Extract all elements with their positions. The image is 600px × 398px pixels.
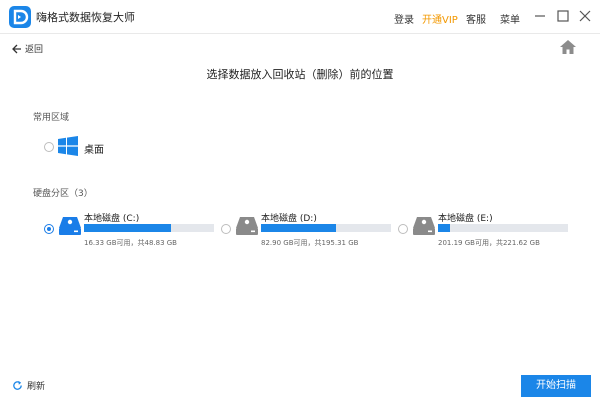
disk-section-label: 硬盘分区（3） bbox=[33, 189, 93, 199]
login-link[interactable]: 登录 bbox=[394, 11, 414, 26]
drive-item-d[interactable]: 本地磁盘 (D:) 82.90 GB可用，共195.31 GB bbox=[221, 208, 391, 248]
hard-drive-icon bbox=[59, 217, 81, 235]
drive-item-c[interactable]: 本地磁盘 (C:) 16.33 GB可用，共48.83 GB bbox=[44, 208, 214, 248]
drive-name: 本地磁盘 (E:) bbox=[438, 214, 493, 224]
home-icon[interactable] bbox=[560, 40, 576, 54]
hard-drive-icon bbox=[236, 217, 258, 235]
arrow-left-icon bbox=[12, 44, 21, 53]
drive-radio[interactable] bbox=[398, 224, 408, 234]
common-section-label: 常用区域 bbox=[33, 113, 70, 123]
service-link[interactable]: 客服 bbox=[466, 11, 486, 26]
minimize-button[interactable] bbox=[532, 8, 548, 24]
drive-capacity: 82.90 GB可用，共195.31 GB bbox=[261, 239, 359, 247]
close-button[interactable] bbox=[577, 8, 593, 24]
drive-radio[interactable] bbox=[44, 224, 54, 234]
drive-usage-bar bbox=[84, 224, 214, 232]
app-title: 嗨格式数据恢复大师 bbox=[36, 11, 135, 24]
title-bar: 嗨格式数据恢复大师 登录 开通VIP 客服 菜单 bbox=[0, 0, 600, 34]
drive-item-e[interactable]: 本地磁盘 (E:) 201.19 GB可用，共221.62 GB bbox=[398, 208, 568, 248]
drive-usage-bar bbox=[261, 224, 391, 232]
app-logo-icon bbox=[9, 6, 31, 28]
menu-link[interactable]: 菜单 bbox=[500, 11, 520, 26]
refresh-button[interactable]: 刷新 bbox=[12, 379, 45, 392]
windows-logo-icon bbox=[58, 136, 78, 156]
common-item-desktop[interactable]: 桌面 bbox=[44, 136, 124, 160]
back-button[interactable]: 返回 bbox=[12, 42, 43, 55]
drive-usage-bar bbox=[438, 224, 568, 232]
vip-link[interactable]: 开通VIP bbox=[422, 11, 458, 26]
refresh-label: 刷新 bbox=[27, 382, 46, 392]
drive-usage-fill bbox=[261, 224, 336, 232]
back-label: 返回 bbox=[25, 45, 44, 55]
drive-name: 本地磁盘 (D:) bbox=[261, 214, 317, 224]
refresh-icon bbox=[13, 380, 22, 390]
drive-capacity: 201.19 GB可用，共221.62 GB bbox=[438, 239, 540, 247]
hard-drive-icon bbox=[413, 217, 435, 235]
page-heading: 选择数据放入回收站（删除）前的位置 bbox=[206, 68, 394, 81]
bottom-bar: 刷新 bbox=[0, 372, 600, 398]
drive-name: 本地磁盘 (C:) bbox=[84, 214, 140, 224]
desktop-label: 桌面 bbox=[84, 145, 104, 156]
start-scan-button[interactable]: 开始扫描 bbox=[521, 375, 591, 397]
desktop-radio[interactable] bbox=[44, 142, 54, 152]
drive-radio[interactable] bbox=[221, 224, 231, 234]
drive-usage-fill bbox=[84, 224, 171, 232]
drive-capacity: 16.33 GB可用，共48.83 GB bbox=[84, 239, 177, 247]
drive-usage-fill bbox=[438, 224, 450, 232]
maximize-button[interactable] bbox=[555, 8, 571, 24]
